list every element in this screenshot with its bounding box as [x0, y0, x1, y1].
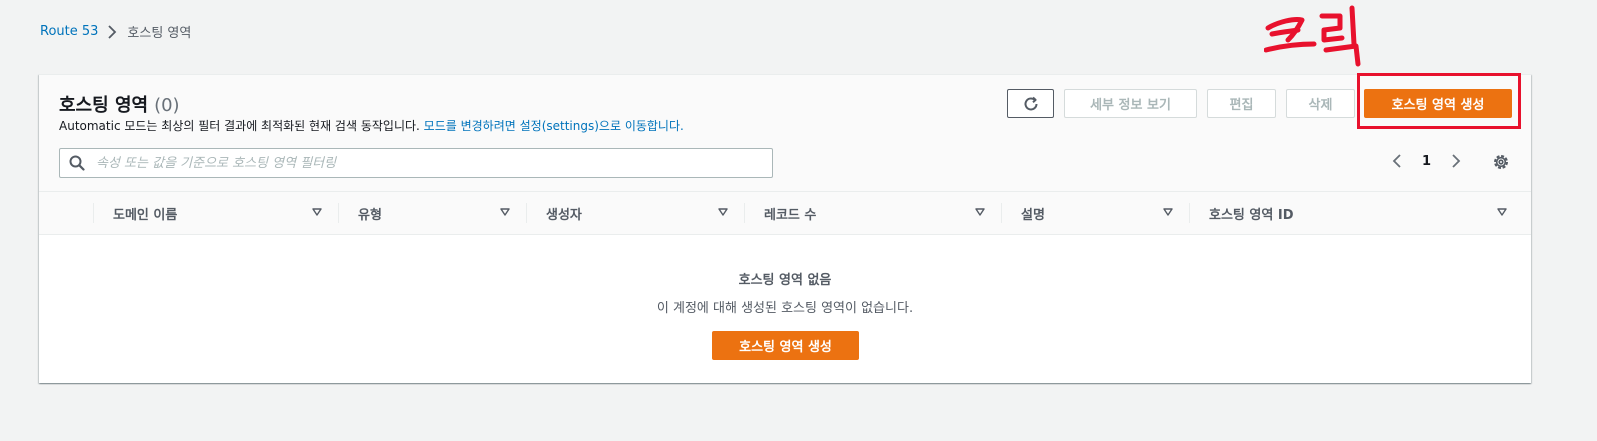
- column-label: 설명: [1021, 207, 1045, 223]
- column-label: 레코드 수: [764, 207, 817, 223]
- column-divider: [338, 203, 339, 223]
- description-text: Automatic 모드는 최상의 필터 결과에 최적화된 현재 검색 동작입니…: [59, 119, 420, 133]
- column-header-created-by[interactable]: 생성자: [526, 192, 744, 234]
- handwritten-annotation: [1263, 4, 1374, 74]
- sort-down-icon: [975, 208, 985, 216]
- column-divider: [526, 203, 527, 223]
- empty-state-description: 이 계정에 대해 생성된 호스팅 영역이 없습니다.: [656, 301, 914, 316]
- chevron-right-icon: [107, 24, 117, 39]
- panel-header: 호스팅 영역 (0) Automatic 모드는 최상의 필터 결과에 최적화된…: [39, 75, 1531, 192]
- breadcrumb-current: 호스팅 영역: [127, 26, 192, 41]
- search-icon: [69, 155, 85, 171]
- zone-count: (0): [154, 95, 180, 116]
- current-page-number[interactable]: 1: [1422, 154, 1431, 169]
- gear-icon[interactable]: [1492, 153, 1510, 171]
- settings-link[interactable]: 모드를 변경하려면 설정(settings)으로 이동합니다.: [424, 119, 684, 133]
- pagination: 1: [1391, 153, 1462, 169]
- filter-search-box: [59, 148, 773, 178]
- sort-down-icon: [312, 208, 322, 216]
- empty-state-create-button[interactable]: 호스팅 영역 생성: [712, 331, 859, 360]
- sort-down-icon: [500, 208, 510, 216]
- breadcrumb-route53-link[interactable]: Route 53: [40, 24, 98, 39]
- column-header-hosted-zone-id[interactable]: 호스팅 영역 ID: [1189, 192, 1517, 234]
- column-divider: [1189, 203, 1190, 223]
- column-label: 도메인 이름: [113, 207, 178, 223]
- breadcrumb: Route 53 호스팅 영역: [40, 22, 191, 41]
- column-label: 호스팅 영역 ID: [1209, 207, 1294, 223]
- search-mode-description: Automatic 모드는 최상의 필터 결과에 최적화된 현재 검색 동작입니…: [59, 117, 684, 134]
- column-header-domain-name[interactable]: 도메인 이름: [93, 192, 338, 234]
- edit-button[interactable]: 편집: [1207, 89, 1276, 118]
- page-title: 호스팅 영역: [59, 95, 149, 116]
- sort-down-icon: [1163, 208, 1173, 216]
- column-divider: [93, 203, 94, 223]
- column-divider: [744, 203, 745, 223]
- hosted-zones-panel: 호스팅 영역 (0) Automatic 모드는 최상의 필터 결과에 최적화된…: [39, 74, 1531, 383]
- view-details-button[interactable]: 세부 정보 보기: [1064, 89, 1197, 118]
- refresh-button[interactable]: [1007, 89, 1054, 118]
- refresh-icon: [1022, 95, 1040, 113]
- sort-down-icon: [1497, 208, 1507, 216]
- previous-page-icon[interactable]: [1391, 153, 1403, 169]
- column-header-description[interactable]: 설명: [1001, 192, 1189, 234]
- column-header-record-count[interactable]: 레코드 수: [744, 192, 1001, 234]
- empty-state-title: 호스팅 영역 없음: [738, 273, 832, 288]
- highlight-box: [1357, 73, 1521, 129]
- table-header: 도메인 이름 유형 생성자 레코드 수 설명 호스팅 영역 ID: [39, 192, 1531, 235]
- sort-down-icon: [718, 208, 728, 216]
- column-label: 유형: [358, 207, 382, 223]
- next-page-icon[interactable]: [1450, 153, 1462, 169]
- filter-search-input[interactable]: [94, 154, 738, 172]
- column-divider: [1001, 203, 1002, 223]
- delete-button[interactable]: 삭제: [1286, 89, 1355, 118]
- column-header-type[interactable]: 유형: [338, 192, 526, 234]
- panel-title-row: 호스팅 영역 (0): [59, 91, 180, 117]
- column-label: 생성자: [546, 207, 582, 223]
